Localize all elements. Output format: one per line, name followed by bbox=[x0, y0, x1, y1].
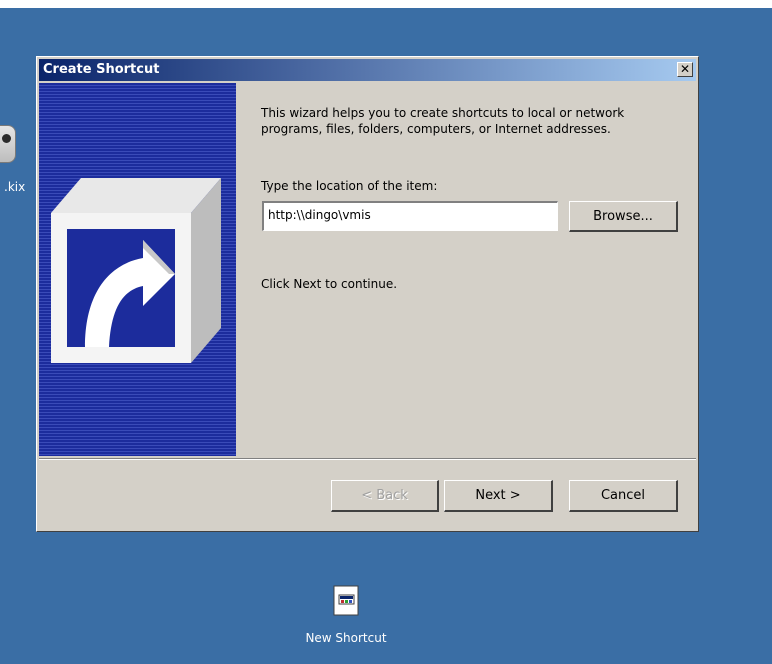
next-button[interactable]: Next > bbox=[444, 480, 553, 512]
new-shortcut-icon[interactable] bbox=[332, 585, 362, 617]
location-input[interactable]: http:\\dingo\vmis bbox=[262, 201, 558, 231]
location-label: Type the location of the item: bbox=[261, 179, 438, 193]
close-icon: ✕ bbox=[679, 62, 691, 76]
wizard-side-panel bbox=[39, 83, 236, 456]
close-button[interactable]: ✕ bbox=[677, 62, 693, 77]
shortcut-file-icon bbox=[333, 585, 359, 616]
shortcut-arrow-icon bbox=[51, 178, 221, 363]
kix-file-label[interactable]: .kix bbox=[4, 180, 25, 194]
continue-text: Click Next to continue. bbox=[261, 277, 398, 291]
create-shortcut-dialog: Create Shortcut ✕ This wizard helps you … bbox=[36, 56, 699, 532]
intro-text: This wizard helps you to create shortcut… bbox=[261, 106, 625, 136]
browse-button[interactable]: Browse... bbox=[569, 201, 678, 232]
back-button: < Back bbox=[331, 480, 439, 512]
separator-light bbox=[39, 459, 696, 460]
kix-file-glyph bbox=[0, 125, 16, 163]
dialog-titlebar[interactable]: Create Shortcut ✕ bbox=[39, 59, 696, 81]
top-white-strip bbox=[0, 0, 772, 8]
new-shortcut-label[interactable]: New Shortcut bbox=[296, 631, 396, 645]
dialog-title: Create Shortcut bbox=[43, 62, 160, 77]
kix-file-icon[interactable] bbox=[0, 125, 22, 165]
cancel-button[interactable]: Cancel bbox=[569, 480, 678, 512]
